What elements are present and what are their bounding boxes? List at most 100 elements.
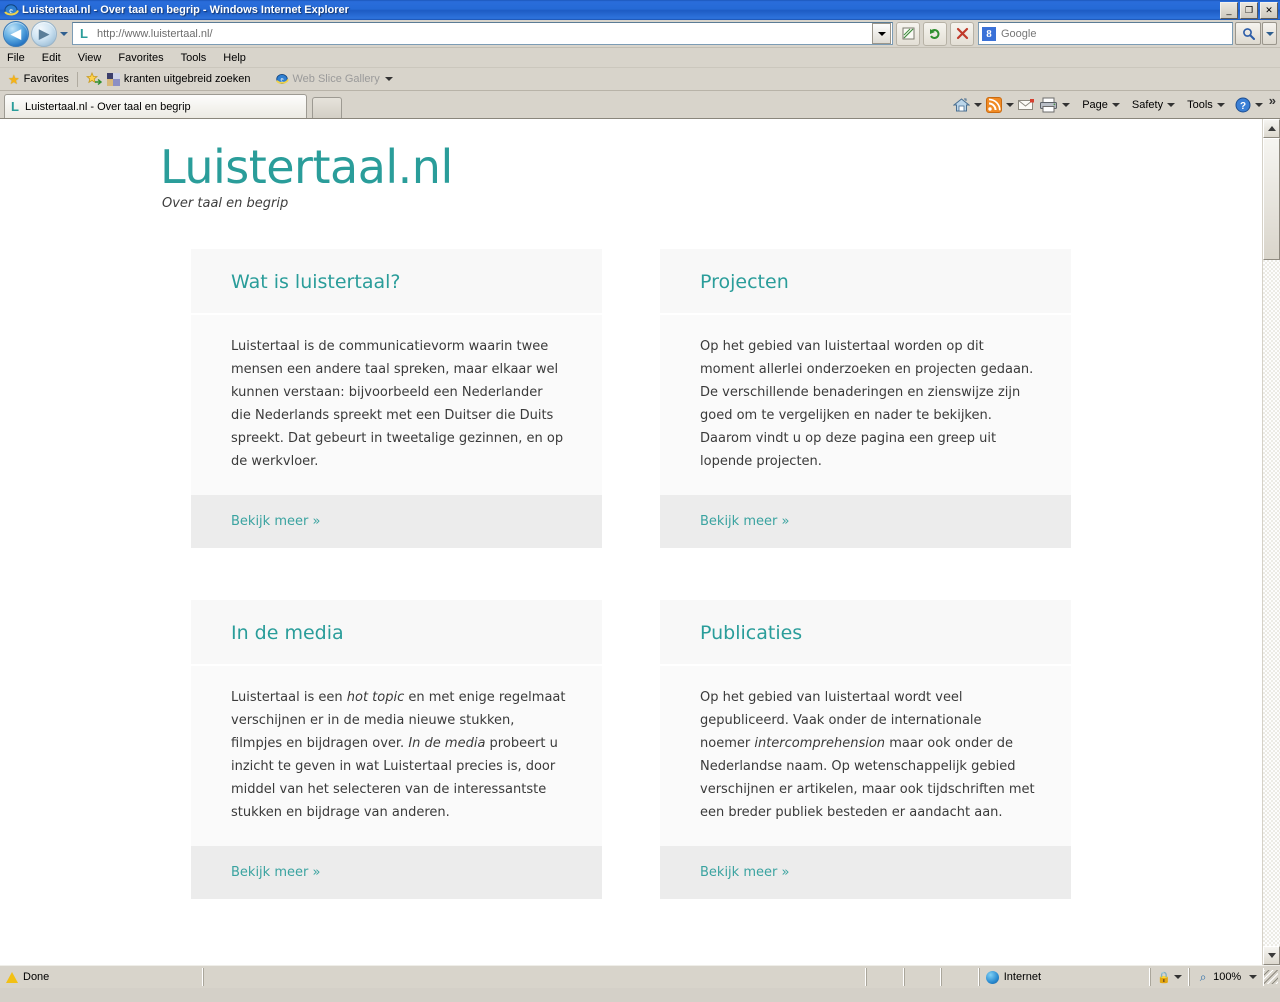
card-text: Luistertaal is een hot topic en met enig…: [231, 690, 566, 820]
card-body: Luistertaal is de communicatievorm waari…: [191, 315, 602, 495]
resize-grip[interactable]: [1264, 970, 1278, 984]
print-button[interactable]: [1039, 97, 1071, 113]
chevron-down-icon[interactable]: [1254, 103, 1263, 107]
chevron-down-icon[interactable]: [1216, 103, 1225, 107]
address-dropdown-button[interactable]: [872, 23, 891, 44]
scrollbar-track[interactable]: [1263, 260, 1280, 946]
search-box-wrapper[interactable]: 8 Google: [978, 22, 1233, 45]
tab-label: Luistertaal.nl - Over taal en begrip: [24, 100, 191, 113]
page-menu-label: Page: [1082, 99, 1108, 111]
minimize-button[interactable]: _: [1220, 2, 1238, 19]
site-root: Luistertaal.nl Over taal en begrip Wat i…: [0, 119, 1262, 899]
forward-button[interactable]: ▶: [31, 20, 57, 47]
scroll-down-button[interactable]: [1263, 946, 1280, 965]
card-footer: Bekijk meer »: [660, 846, 1071, 899]
chevron-down-icon[interactable]: [1062, 103, 1071, 107]
compatibility-icon: [902, 27, 914, 40]
menu-item-help[interactable]: Help: [223, 52, 255, 64]
card-body: Luistertaal is een hot topic en met enig…: [191, 666, 602, 846]
refresh-button[interactable]: [923, 21, 947, 46]
card-title: Projecten: [700, 271, 789, 293]
close-icon: ✕: [1265, 5, 1273, 15]
scrollbar-thumb[interactable]: [1263, 138, 1280, 260]
address-input[interactable]: http://www.luistertaal.nl/: [93, 28, 872, 40]
address-input-wrapper[interactable]: L http://www.luistertaal.nl/: [72, 22, 893, 45]
add-to-favorites-bar-icon[interactable]: [85, 71, 102, 86]
chevron-down-icon[interactable]: [974, 103, 983, 107]
zoom-level-cell[interactable]: ⌕ 100%: [1189, 968, 1265, 986]
chevron-down-icon[interactable]: [1111, 103, 1120, 107]
chevron-down-icon[interactable]: [1167, 103, 1176, 107]
status-message: Done: [23, 971, 50, 983]
card-header: Publicaties: [660, 600, 1071, 664]
chevron-down-icon[interactable]: [1174, 975, 1183, 979]
triangle-up-icon: [1267, 126, 1276, 131]
site-logo: Luistertaal.nl: [160, 140, 453, 194]
safety-menu-button[interactable]: Safety: [1132, 99, 1176, 111]
menu-item-favorites[interactable]: Favorites: [118, 52, 172, 64]
window-title-text: Luistertaal.nl - Over taal en begrip - W…: [22, 4, 349, 16]
magnifier-icon: ⌕: [1199, 969, 1207, 984]
card-body: Op het gebied van luistertaal worden op …: [660, 315, 1071, 495]
printer-icon: [1040, 97, 1058, 113]
compatibility-view-button[interactable]: [896, 21, 920, 46]
page-menu-button[interactable]: Page: [1082, 99, 1120, 111]
status-bar: Done Internet 🔒 ⌕ 100%: [0, 965, 1280, 988]
feeds-button[interactable]: [986, 97, 1015, 113]
scroll-up-button[interactable]: [1263, 119, 1280, 138]
card-body: Op het gebied van luistertaal wordt veel…: [660, 666, 1071, 846]
chevron-down-icon[interactable]: [1249, 975, 1258, 979]
tools-menu-button[interactable]: Tools: [1187, 99, 1225, 111]
card-title: Wat is luistertaal?: [231, 271, 401, 293]
site-favicon: L: [80, 26, 88, 41]
globe-icon: [985, 970, 999, 984]
card-read-more-link[interactable]: Bekijk meer »: [231, 514, 320, 529]
help-menu-button[interactable]: ?: [1235, 97, 1263, 113]
back-button[interactable]: ◀: [3, 20, 29, 47]
mail-button[interactable]: [1018, 98, 1035, 112]
page-icon: [106, 72, 120, 86]
mail-icon: [1018, 99, 1035, 110]
favorites-item-kranten[interactable]: kranten uitgebreid zoeken: [124, 73, 251, 85]
favorites-item-web-slice-gallery[interactable]: Web Slice Gallery: [293, 73, 380, 85]
chevron-down-icon[interactable]: [384, 77, 393, 81]
command-bar-overflow-button[interactable]: »: [1269, 93, 1276, 108]
new-tab-button[interactable]: [312, 97, 342, 118]
card-read-more-link[interactable]: Bekijk meer »: [231, 865, 320, 880]
card-title: In de media: [231, 622, 344, 644]
search-go-button[interactable]: [1235, 22, 1261, 45]
site-tagline: Over taal en begrip: [162, 196, 289, 211]
protected-mode-cell[interactable]: 🔒: [1150, 968, 1190, 986]
card-header: Wat is luistertaal?: [191, 249, 602, 313]
stop-button[interactable]: [950, 21, 974, 46]
menu-item-tools[interactable]: Tools: [181, 52, 216, 64]
card-read-more-link[interactable]: Bekijk meer »: [700, 865, 789, 880]
triangle-down-icon: [1267, 953, 1276, 958]
card-grid: Wat is luistertaal? Luistertaal is de co…: [191, 249, 1071, 899]
chevron-down-icon: [59, 31, 68, 36]
card-in-de-media: In de media Luistertaal is een hot topic…: [191, 600, 602, 899]
status-small-cell-3: [941, 968, 979, 986]
vertical-scrollbar[interactable]: [1262, 119, 1280, 965]
home-button[interactable]: [953, 97, 983, 113]
rss-icon: [986, 97, 1003, 113]
close-button[interactable]: ✕: [1260, 2, 1278, 19]
search-input[interactable]: Google: [996, 28, 1036, 40]
favorites-bar: ★ Favorites kranten uitgebreid zoeken e …: [0, 68, 1280, 91]
back-arrow-icon: ◀: [11, 26, 21, 41]
zoom-level-label: 100%: [1213, 971, 1242, 983]
search-dropdown-button[interactable]: [1262, 22, 1277, 45]
menu-item-file[interactable]: File: [7, 52, 34, 64]
card-read-more-link[interactable]: Bekijk meer »: [700, 514, 789, 529]
chevron-down-icon: [1265, 31, 1274, 36]
history-dropdown-button[interactable]: [57, 23, 70, 45]
status-spacer-cell: [203, 968, 866, 986]
menu-item-edit[interactable]: Edit: [42, 52, 70, 64]
maximize-button[interactable]: ❐: [1240, 2, 1258, 19]
chevron-down-icon[interactable]: [1006, 103, 1015, 107]
security-zone-cell[interactable]: Internet: [978, 968, 1151, 986]
favorites-button[interactable]: ★ Favorites: [8, 73, 69, 86]
browser-tab-luistertaal[interactable]: L Luistertaal.nl - Over taal en begrip: [4, 94, 307, 118]
google-provider-icon: 8: [982, 26, 996, 41]
menu-item-view[interactable]: View: [78, 52, 111, 64]
